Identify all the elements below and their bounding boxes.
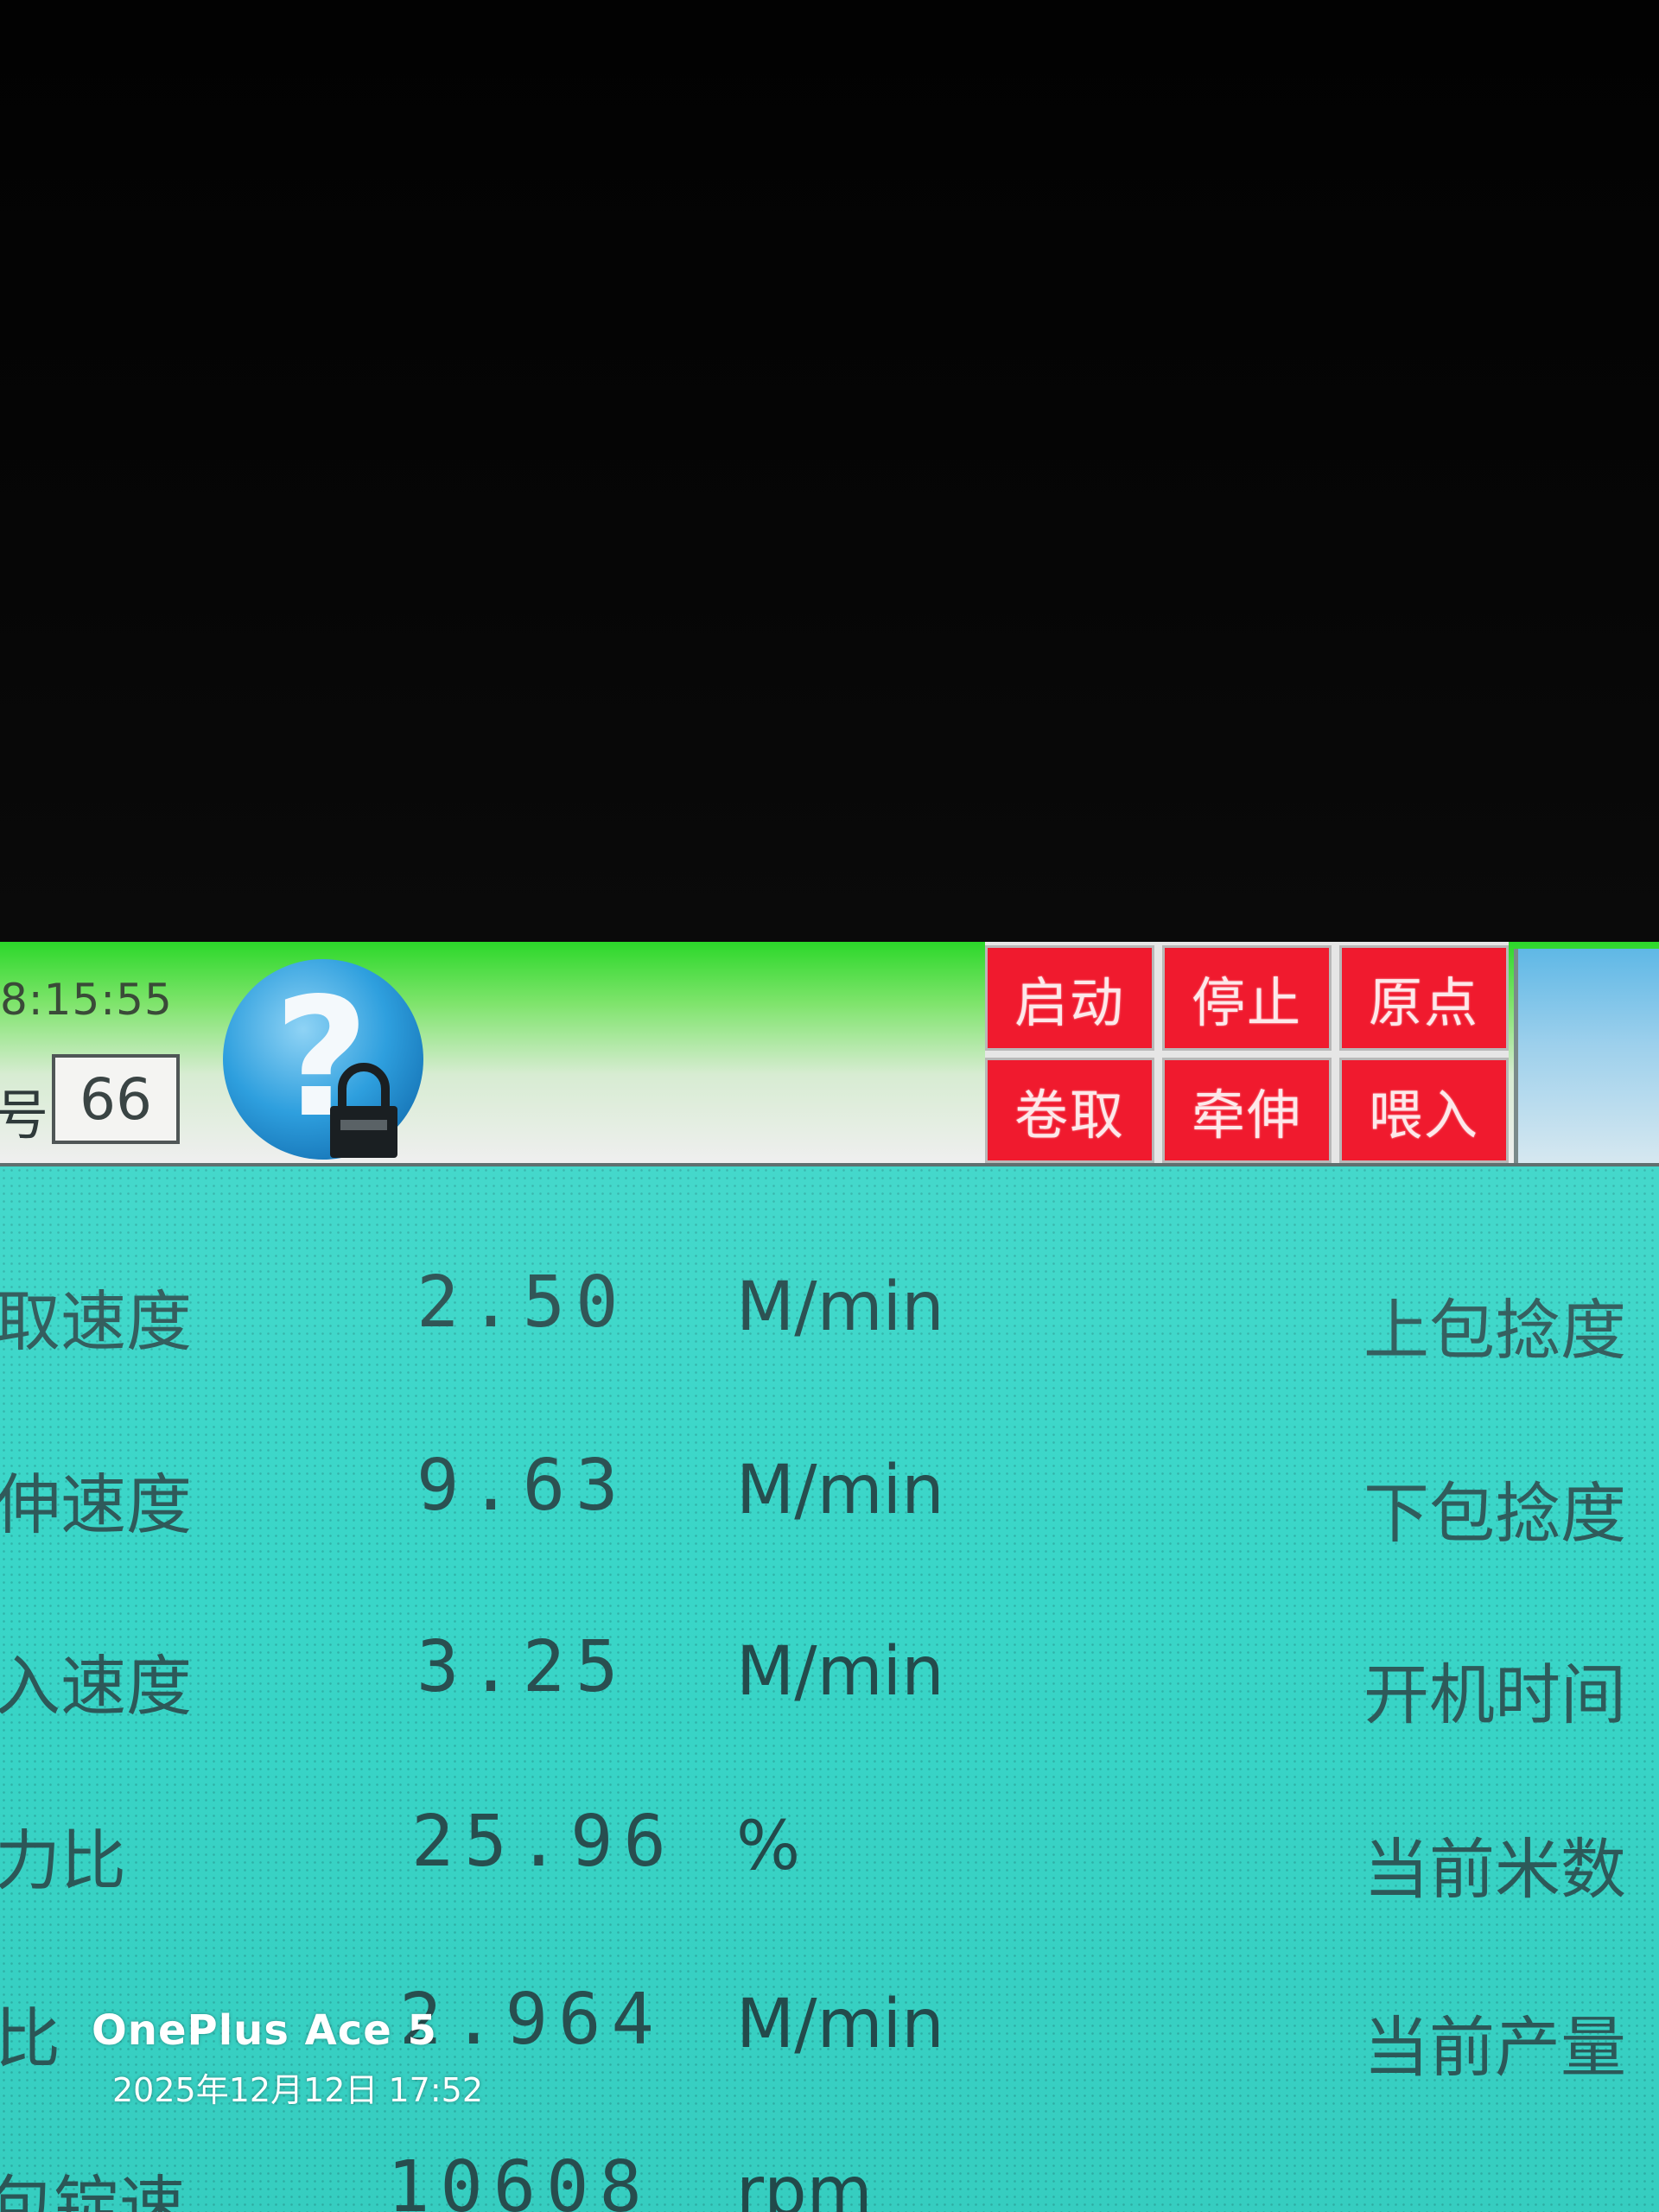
param-value[interactable]: 9.63 (416, 1445, 628, 1527)
question-lock-icon[interactable]: ? (221, 957, 429, 1165)
stop-button[interactable]: 停止 (1162, 945, 1332, 1051)
camera-watermark: OnePlus Ace 5 2025年12月12日 17:52 (92, 2006, 483, 2111)
start-button[interactable]: 启动 (985, 945, 1154, 1051)
next-page-panel[interactable] (1514, 949, 1659, 1163)
right-param-label: 下包捻度 (1363, 1475, 1626, 1552)
param-unit: M/min (736, 1986, 944, 2063)
param-unit: rpm (736, 2153, 873, 2212)
right-param-label: 当前产量 (1363, 2009, 1626, 2086)
clock-display: 8:15:55 (0, 975, 173, 1025)
id-label: 号 (0, 1084, 49, 1147)
param-label: 比 (0, 2000, 60, 2077)
param-row: 入速度 3.25 M/min 开机时间 (0, 1626, 1659, 1737)
param-value[interactable]: 3.25 (416, 1626, 628, 1708)
param-row: 包锭速 10608 rpm (0, 2146, 1659, 2212)
watermark-device: OnePlus Ace 5 (92, 2006, 437, 2055)
right-param-label: 上包捻度 (1363, 1292, 1626, 1369)
param-unit: M/min (736, 1633, 944, 1711)
id-number-field[interactable]: 66 (52, 1054, 180, 1144)
home-button[interactable]: 原点 (1339, 945, 1509, 1051)
photo-frame: 8:15:55 号 66 启动 停止 原点 卷取 牵伸 喂入 ? 取速度 2.5… (0, 0, 1659, 2212)
param-label: 包锭速 (0, 2168, 185, 2212)
right-param-label: 开机时间 (1363, 1656, 1626, 1733)
param-label: 取速度 (0, 1283, 192, 1360)
param-value[interactable]: 2.50 (416, 1262, 628, 1344)
param-label: 伸速度 (0, 1466, 192, 1543)
param-value[interactable]: 25.96 (411, 1801, 677, 1883)
dark-bezel-area (0, 0, 1659, 942)
param-label: 力比 (0, 1822, 126, 1899)
param-unit: M/min (736, 1452, 944, 1529)
param-unit: % (736, 1808, 801, 1885)
param-unit: M/min (736, 1268, 944, 1346)
param-label: 入速度 (0, 1648, 192, 1725)
right-param-label: 当前米数 (1363, 1831, 1626, 1908)
feed-button[interactable]: 喂入 (1339, 1058, 1509, 1163)
take-up-button[interactable]: 卷取 (985, 1058, 1154, 1163)
watermark-datetime: 2025年12月12日 17:52 (112, 2071, 484, 2109)
control-button-grid: 启动 停止 原点 卷取 牵伸 喂入 (985, 942, 1509, 1163)
param-row: 取速度 2.50 M/min 上包捻度 (0, 1262, 1659, 1372)
param-row: 伸速度 9.63 M/min 下包捻度 (0, 1445, 1659, 1555)
draft-button[interactable]: 牵伸 (1162, 1058, 1332, 1163)
param-row: 力比 25.96 % 当前米数 (0, 1801, 1659, 1911)
param-value[interactable]: 10608 (387, 2146, 652, 2212)
